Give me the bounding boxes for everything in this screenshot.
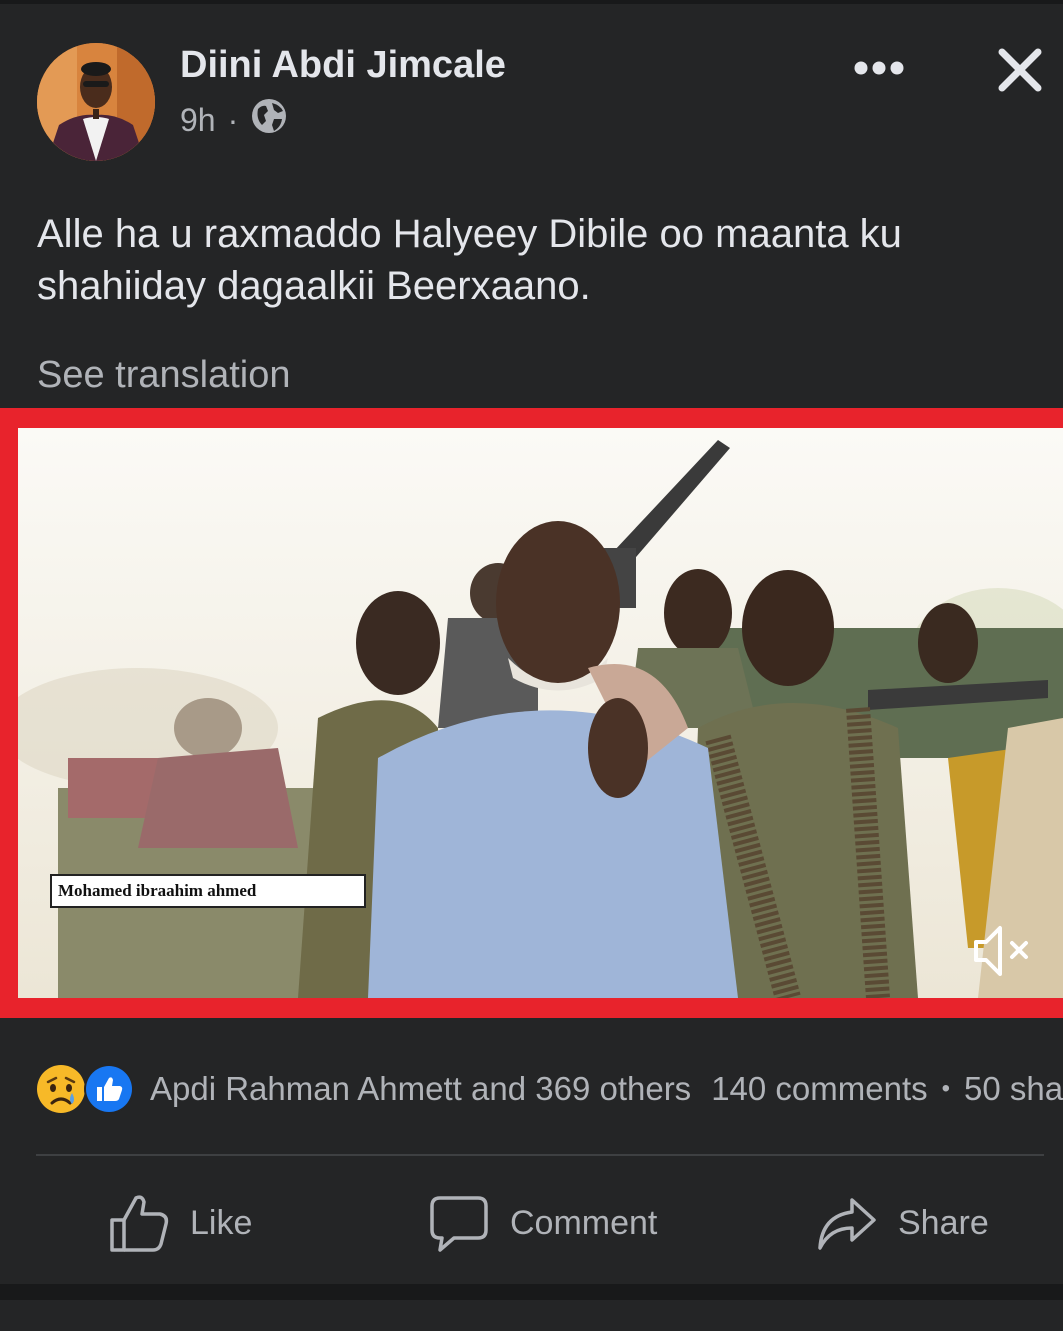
- thumbs-up-icon: [110, 1195, 169, 1252]
- feed-post: Diini Abdi Jimcale 9h · Alle ha u raxmad…: [0, 4, 1063, 1284]
- shares-count[interactable]: 50 sha: [964, 1070, 1063, 1108]
- share-label: Share: [898, 1203, 989, 1242]
- post-meta: 9h ·: [180, 97, 288, 143]
- like-reaction-icon: [84, 1064, 134, 1114]
- close-button[interactable]: [990, 40, 1050, 100]
- muted-speaker-icon[interactable]: [970, 916, 1040, 986]
- post-text: Alle ha u raxmaddo Halyeey Dibile oo maa…: [37, 212, 902, 308]
- meta-separator: ·: [227, 101, 239, 138]
- like-label: Like: [190, 1203, 253, 1242]
- share-button[interactable]: Share: [816, 1190, 989, 1256]
- share-arrow-icon: [818, 1198, 876, 1250]
- comment-button[interactable]: Comment: [428, 1190, 657, 1256]
- globe-icon: [250, 97, 288, 143]
- more-options-button[interactable]: [848, 44, 910, 92]
- stats-separator: •: [941, 1075, 951, 1102]
- comments-count[interactable]: 140 comments: [711, 1070, 927, 1108]
- engagement-summary: Apdi Rahman Ahmett and 369 others 140 co…: [36, 1062, 1063, 1116]
- author-name[interactable]: Diini Abdi Jimcale: [180, 44, 506, 87]
- video-caption: Mohamed ibraahim ahmed: [50, 874, 366, 908]
- video-still-image: [18, 428, 1063, 998]
- divider: [36, 1154, 1044, 1156]
- next-post-edge: [0, 1300, 1063, 1331]
- comment-label: Comment: [510, 1203, 658, 1242]
- reactions-count[interactable]: Apdi Rahman Ahmett and 369 others: [150, 1070, 691, 1108]
- author-avatar[interactable]: [37, 43, 155, 161]
- video-frame[interactable]: Mohamed ibraahim ahmed: [18, 428, 1063, 998]
- sad-reaction-icon: [37, 1065, 85, 1113]
- reaction-icons[interactable]: [36, 1062, 136, 1116]
- comment-bubble-icon: [430, 1196, 488, 1252]
- see-translation-link[interactable]: See translation: [37, 354, 291, 397]
- video-player[interactable]: Mohamed ibraahim ahmed: [0, 408, 1063, 1018]
- like-button[interactable]: Like: [108, 1190, 252, 1256]
- post-time[interactable]: 9h: [180, 102, 216, 139]
- more-dots-icon: [854, 61, 904, 75]
- close-icon: [998, 48, 1042, 92]
